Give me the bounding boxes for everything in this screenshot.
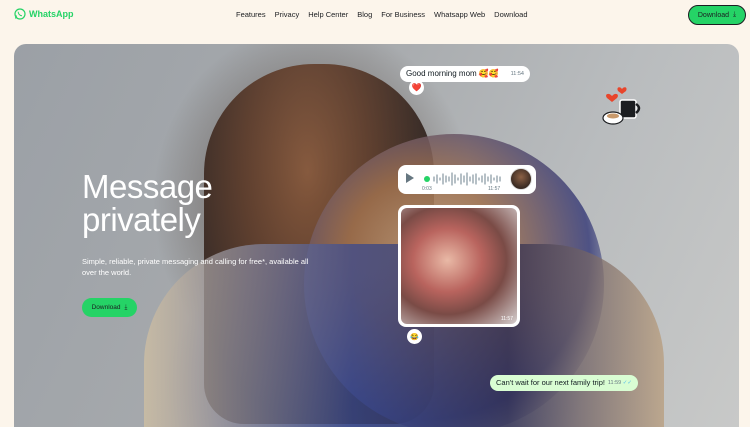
chat-bubble-morning: Good morning mom 🥰🥰 11:54 <box>400 66 530 82</box>
nav-help-center[interactable]: Help Center <box>308 10 348 19</box>
whatsapp-logo[interactable]: WhatsApp <box>14 8 74 20</box>
morning-message-time: 11:54 <box>510 71 524 77</box>
hero-section: Message privately Simple, reliable, priv… <box>14 44 739 427</box>
avatar <box>510 168 532 190</box>
nav-features[interactable]: Features <box>236 10 266 19</box>
trip-message-time: 11:59 ✓✓ <box>607 380 632 386</box>
header-download-label: Download <box>697 11 730 19</box>
nav-for-business[interactable]: For Business <box>381 10 425 19</box>
play-icon[interactable] <box>406 173 414 183</box>
coffee-mugs-sticker-icon <box>602 87 641 125</box>
hero-subtitle: Simple, reliable, private messaging and … <box>82 257 309 277</box>
hero-download-button[interactable]: Download ⤓ <box>82 298 137 317</box>
hero-title-line1: Message <box>82 168 213 205</box>
shared-photo[interactable]: 11:57 <box>401 208 517 324</box>
whatsapp-icon <box>14 8 26 20</box>
top-navigation: WhatsApp Features Privacy Help Center Bl… <box>0 0 750 44</box>
waveform-icon <box>433 172 501 186</box>
trip-message-text: Can't wait for our next family trip! <box>496 378 605 387</box>
heart-reaction-icon: ❤️ <box>409 80 424 95</box>
laugh-reaction-icon: 😂 <box>407 329 422 344</box>
photo-time: 11:57 <box>500 316 513 322</box>
voice-message-bubble: 0:03 11:57 <box>398 165 536 194</box>
voice-duration: 0:03 <box>422 186 432 192</box>
nav-privacy[interactable]: Privacy <box>275 10 300 19</box>
nav-download[interactable]: Download <box>494 10 527 19</box>
hero-title-line2: privately <box>82 201 201 238</box>
nav-blog[interactable]: Blog <box>357 10 372 19</box>
hero-download-label: Download <box>91 304 121 311</box>
double-check-icon: ✓✓ <box>622 380 632 386</box>
main-nav: Features Privacy Help Center Blog For Bu… <box>236 10 528 19</box>
hero-title: Message privately <box>82 168 213 238</box>
header-download-button[interactable]: Download ⤓ <box>688 5 746 25</box>
download-icon: ⤓ <box>124 303 128 311</box>
nav-whatsapp-web[interactable]: Whatsapp Web <box>434 10 485 19</box>
voice-progress-dot[interactable] <box>424 176 430 182</box>
download-icon: ⤓ <box>733 11 737 18</box>
chat-bubble-trip: Can't wait for our next family trip! 11:… <box>490 375 638 391</box>
logo-text: WhatsApp <box>29 9 74 19</box>
voice-time: 11:57 <box>488 186 501 192</box>
morning-message-text: Good morning mom 🥰🥰 <box>406 69 499 78</box>
photo-message-bubble: 11:57 <box>398 205 520 327</box>
